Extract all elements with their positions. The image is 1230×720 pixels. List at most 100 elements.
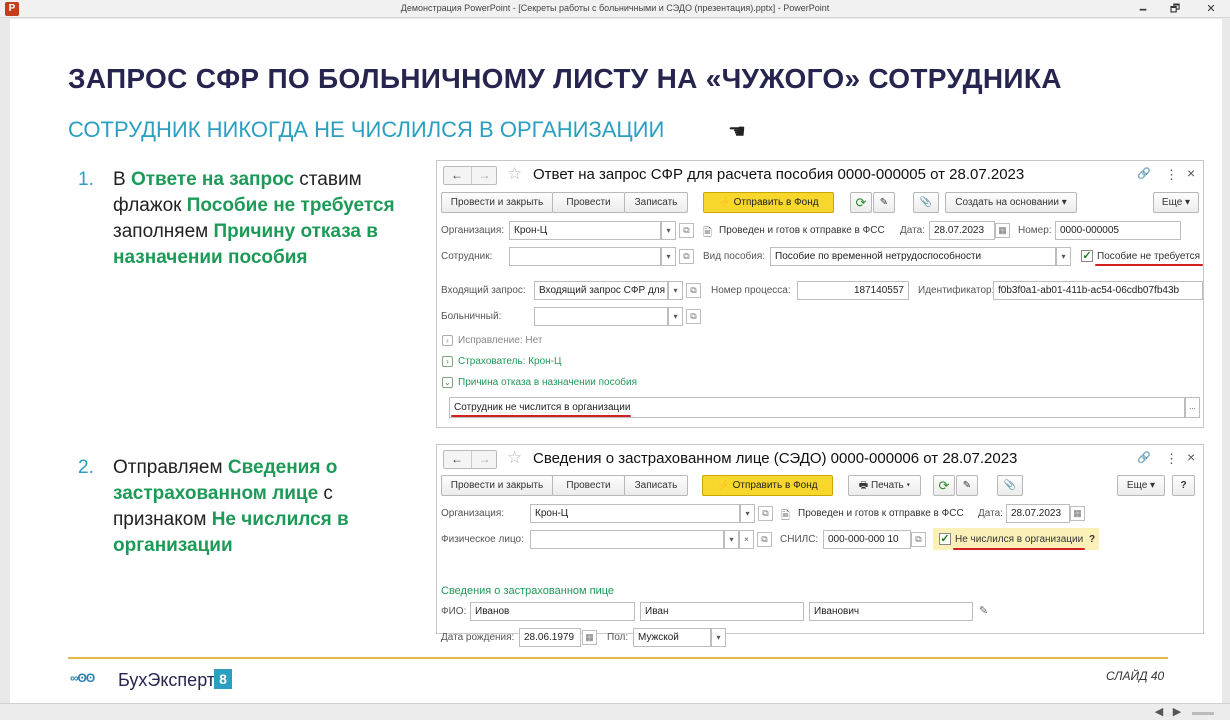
attach-icon[interactable]: 📎: [913, 192, 939, 213]
date-field[interactable]: 28.07.2023: [1006, 504, 1070, 523]
collapse-icon[interactable]: ⌄: [442, 377, 453, 388]
process-field[interactable]: 187140557: [797, 281, 909, 300]
not-required-checkbox[interactable]: ✓: [1081, 250, 1093, 262]
expand-icon[interactable]: ›: [442, 335, 453, 346]
post-and-close-button[interactable]: Провести и закрыть: [441, 475, 553, 496]
date-label: Дата:: [978, 508, 1003, 519]
gender-field[interactable]: Мужской: [633, 628, 711, 647]
calendar-icon[interactable]: ▦: [1070, 506, 1085, 521]
incoming-field[interactable]: Входящий запрос СФР для: [534, 281, 668, 300]
open-icon[interactable]: ⧉: [679, 249, 694, 264]
open-icon[interactable]: ⧉: [757, 532, 772, 547]
org-field[interactable]: Крон-Ц: [509, 221, 661, 240]
star-icon[interactable]: ☆: [507, 164, 522, 184]
attach-icon[interactable]: 📎: [997, 475, 1023, 496]
snils-field[interactable]: 000-000-000 10: [823, 530, 911, 549]
send-to-fund-button[interactable]: ⚡ Отправить в Фонд: [703, 192, 834, 213]
zoom-slider[interactable]: [1192, 712, 1214, 715]
employee-dropdown[interactable]: ▾: [661, 247, 676, 266]
presenter-bar: ◀ ▶: [0, 703, 1230, 720]
calendar-icon[interactable]: ▦: [582, 630, 597, 645]
close-icon[interactable]: ×: [1187, 165, 1195, 181]
birth-date-field[interactable]: 28.06.1979: [519, 628, 581, 647]
edit-icon[interactable]: ✎: [873, 192, 895, 213]
form-sedo-insured: ← → ☆ Сведения о застрахованном лице (СЭ…: [436, 444, 1204, 647]
person-dropdown[interactable]: ▾: [724, 530, 739, 549]
last-name-field[interactable]: Иванов: [470, 602, 635, 621]
help-question-icon[interactable]: ?: [1089, 534, 1095, 545]
process-label: Номер процесса:: [711, 285, 791, 296]
close-window-button[interactable]: ✕: [1196, 1, 1226, 17]
back-arrow-icon[interactable]: ←: [444, 451, 470, 468]
date-field[interactable]: 28.07.2023: [929, 221, 995, 240]
employee-field[interactable]: [509, 247, 661, 266]
refusal-ellipsis-button[interactable]: ...: [1185, 397, 1200, 418]
step-text: В Ответе на запрос ставим флажок Пособие…: [113, 167, 428, 271]
forward-arrow-icon[interactable]: →: [471, 167, 497, 184]
back-arrow-icon[interactable]: ←: [444, 167, 470, 184]
expand-icon[interactable]: ›: [442, 356, 453, 367]
refresh-icon[interactable]: ⟳: [850, 192, 872, 213]
middle-name-field[interactable]: Иванович: [809, 602, 973, 621]
send-to-fund-button[interactable]: ⚡ Отправить в Фонд: [702, 475, 833, 496]
not-required-label: Пособие не требуется: [1097, 251, 1201, 262]
save-button[interactable]: Записать: [624, 192, 688, 213]
link-icon[interactable]: 🔗: [1137, 167, 1151, 180]
step-text-part: Отправляем: [113, 457, 228, 478]
person-field[interactable]: [530, 530, 724, 549]
form-sfr-response: ← → ☆ Ответ на запрос СФР для расчета по…: [436, 160, 1204, 428]
save-button[interactable]: Записать: [624, 475, 688, 496]
org-dropdown[interactable]: ▾: [740, 504, 755, 523]
calendar-icon[interactable]: ▦: [995, 223, 1010, 238]
gender-dropdown[interactable]: ▾: [711, 628, 726, 647]
first-name-field[interactable]: Иван: [640, 602, 804, 621]
document-icon: 🗎: [781, 510, 790, 522]
close-icon[interactable]: ×: [1187, 449, 1195, 465]
open-icon[interactable]: ⧉: [686, 309, 701, 324]
gender-label: Пол:: [607, 632, 629, 643]
insurer-group[interactable]: Страхователь: Крон-Ц: [458, 356, 561, 367]
more-button[interactable]: Еще ▾: [1117, 475, 1165, 496]
benefit-type-dropdown[interactable]: ▾: [1056, 247, 1071, 266]
fio-label: ФИО:: [441, 606, 467, 617]
person-label: Физическое лицо:: [441, 534, 524, 545]
more-button[interactable]: Еще ▾: [1153, 192, 1199, 213]
correction-group[interactable]: Исправление: Нет: [458, 335, 542, 346]
open-icon[interactable]: ⧉: [679, 223, 694, 238]
sick-leave-field[interactable]: [534, 307, 668, 326]
create-based-button[interactable]: Создать на основании ▾: [945, 192, 1077, 213]
refresh-icon[interactable]: ⟳: [933, 475, 955, 496]
star-icon[interactable]: ☆: [507, 448, 522, 468]
edit-icon[interactable]: ✎: [956, 475, 978, 496]
incoming-dropdown[interactable]: ▾: [668, 281, 683, 300]
post-button[interactable]: Провести: [552, 475, 625, 496]
help-button[interactable]: ?: [1172, 475, 1195, 496]
link-icon[interactable]: 🔗: [1137, 451, 1151, 464]
more-vertical-icon[interactable]: ⋮: [1165, 167, 1178, 183]
minimize-button[interactable]: 🗕: [1128, 1, 1158, 17]
print-button[interactable]: 🖶 Печать ▾: [848, 475, 921, 496]
not-employed-checkbox[interactable]: ✓: [939, 533, 951, 545]
open-icon[interactable]: ⧉: [911, 532, 926, 547]
clear-person-icon[interactable]: ×: [739, 530, 754, 549]
send-icon: ⚡: [718, 197, 734, 208]
sick-leave-dropdown[interactable]: ▾: [668, 307, 683, 326]
forward-arrow-icon[interactable]: →: [471, 451, 497, 468]
ready-status: Проведен и готов к отправке в ФСС: [798, 508, 964, 519]
org-dropdown[interactable]: ▾: [661, 221, 676, 240]
benefit-type-field[interactable]: Пособие по временной нетрудоспособности: [770, 247, 1056, 266]
post-button[interactable]: Провести: [552, 192, 625, 213]
edit-name-icon[interactable]: ✎: [979, 604, 988, 617]
org-field[interactable]: Крон-Ц: [530, 504, 740, 523]
prev-slide-icon[interactable]: ◀: [1152, 705, 1166, 718]
send-label: Отправить в Фонд: [732, 480, 818, 491]
next-slide-icon[interactable]: ▶: [1170, 705, 1184, 718]
number-field[interactable]: 0000-000005: [1055, 221, 1181, 240]
id-field[interactable]: f0b3f0a1-ab01-411b-ac54-06cdb07fb43b: [993, 281, 1203, 300]
more-vertical-icon[interactable]: ⋮: [1165, 451, 1178, 467]
open-icon[interactable]: ⧉: [758, 506, 773, 521]
open-icon[interactable]: ⧉: [686, 283, 701, 298]
post-and-close-button[interactable]: Провести и закрыть: [441, 192, 553, 213]
maximize-button[interactable]: 🗗: [1160, 1, 1190, 17]
refusal-group[interactable]: Причина отказа в назначении пособия: [458, 377, 637, 388]
